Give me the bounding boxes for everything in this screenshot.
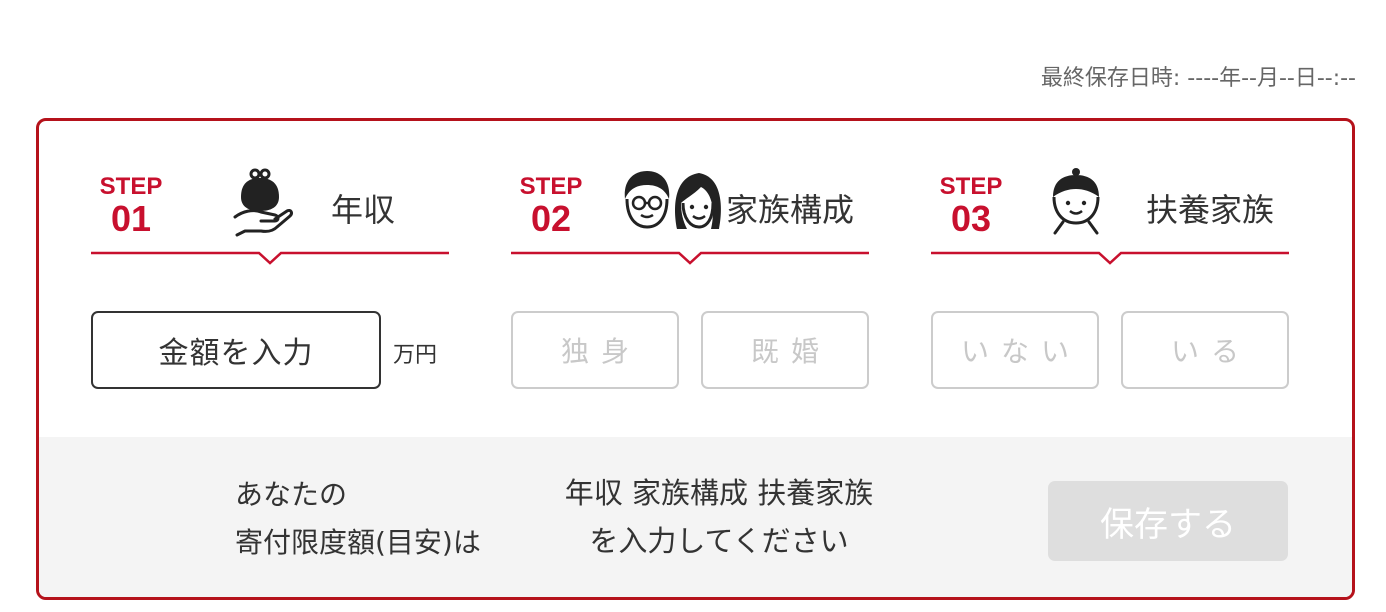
donation-limit-label-line2: 寄付限度額(目安)は	[235, 526, 481, 559]
step-label: STEP	[99, 173, 163, 200]
step-number: 03	[950, 198, 992, 239]
coin-purse-hand-icon	[231, 165, 295, 241]
step-02-underline	[511, 251, 869, 265]
step-label: STEP	[519, 173, 583, 200]
step-number: 02	[530, 198, 572, 239]
last-saved-timestamp: 最終保存日時: ----年--月--日--:--	[1040, 66, 1356, 91]
input-prompt-message: 年収 家族構成 扶養家族 を入力してください	[539, 469, 899, 565]
step-01-title: 年収	[331, 191, 396, 229]
input-prompt-line1: 年収 家族構成 扶養家族	[564, 476, 874, 510]
step-03-badge: STEP 03	[931, 175, 1011, 237]
child-icon	[1049, 167, 1103, 241]
step-02-badge: STEP 02	[511, 175, 591, 237]
couple-icon	[621, 169, 725, 241]
result-footer: あなたの 寄付限度額(目安)は 年収 家族構成 扶養家族 を入力してください 保…	[39, 437, 1352, 597]
save-button[interactable]: 保存する	[1048, 481, 1288, 561]
step-number: 01	[110, 198, 152, 239]
step-01-underline	[91, 251, 449, 265]
input-prompt-line2: を入力してください	[589, 524, 849, 558]
step-03-underline	[931, 251, 1289, 265]
donation-limit-label-line1: あなたの	[235, 478, 348, 511]
step-02-title: 家族構成	[726, 191, 855, 229]
enter-amount-button[interactable]: 金額を入力	[91, 311, 381, 389]
amount-unit-label: 万円	[393, 343, 438, 368]
step-01-header: STEP 01 年収	[91, 161, 449, 271]
simulator-card: STEP 01 年収 STEP 02 家族構成 STEP 03 扶養家族 金額を…	[36, 118, 1355, 600]
donation-limit-label: あなたの 寄付限度額(目安)は	[235, 471, 481, 567]
step-02-header: STEP 02 家族構成	[511, 161, 869, 271]
step-03-header: STEP 03 扶養家族	[931, 161, 1289, 271]
single-option-button[interactable]: 独身	[511, 311, 679, 389]
step-01-badge: STEP 01	[91, 175, 171, 237]
has-dependents-option-button[interactable]: いる	[1121, 311, 1289, 389]
step-03-title: 扶養家族	[1146, 191, 1275, 229]
no-dependents-option-button[interactable]: いない	[931, 311, 1099, 389]
step-label: STEP	[939, 173, 1003, 200]
married-option-button[interactable]: 既婚	[701, 311, 869, 389]
